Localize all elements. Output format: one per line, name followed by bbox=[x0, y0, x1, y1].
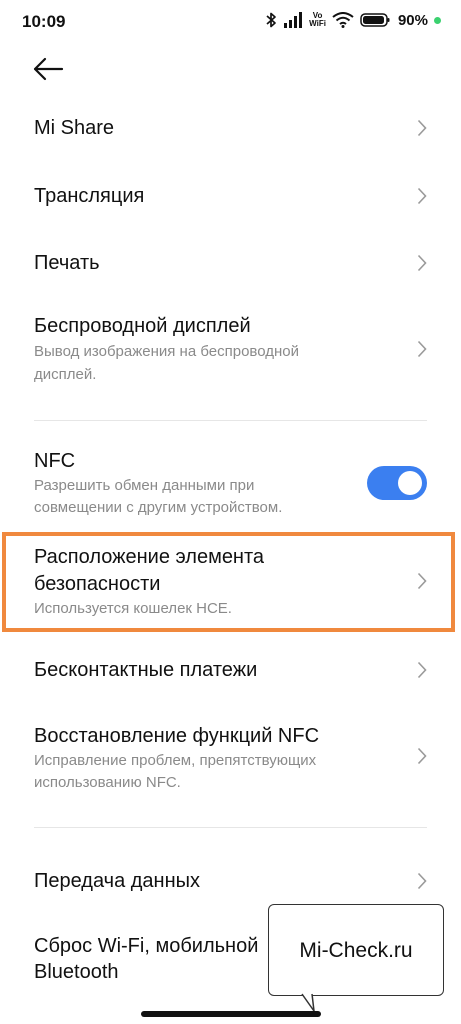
back-arrow-icon bbox=[33, 57, 64, 81]
chevron-right-icon bbox=[417, 340, 427, 358]
settings-item-contactless-payments[interactable]: Бесконтактные платежи bbox=[0, 648, 461, 692]
item-title: Mi Share bbox=[34, 117, 115, 139]
divider bbox=[34, 420, 427, 421]
item-title-line2: Bluetooth bbox=[34, 961, 119, 983]
watermark-bubble: Mi-Check.ru bbox=[268, 904, 444, 996]
item-subtitle-line1: Исправление проблем, препятствующих bbox=[34, 752, 317, 769]
settings-item-cast[interactable]: Трансляция bbox=[0, 174, 461, 218]
back-button[interactable] bbox=[32, 56, 64, 82]
divider bbox=[34, 827, 427, 828]
chevron-right-icon bbox=[417, 747, 427, 765]
item-title: Беспроводной дисплей bbox=[34, 315, 251, 337]
item-title-line1: Сброс Wi-Fi, мобильной bbox=[34, 935, 259, 957]
bluetooth-icon bbox=[265, 11, 277, 29]
highlight-frame bbox=[2, 532, 455, 632]
chevron-right-icon bbox=[417, 187, 427, 205]
status-bar: 10:09 Vo WiFi 90% bbox=[0, 0, 461, 44]
item-title: Бесконтактные платежи bbox=[34, 659, 258, 681]
item-subtitle-line1: Вывод изображения на беспроводной bbox=[34, 343, 299, 360]
settings-item-mi-share[interactable]: Mi Share bbox=[0, 106, 461, 150]
chevron-right-icon bbox=[417, 661, 427, 679]
chevron-right-icon bbox=[417, 254, 427, 272]
vowifi-icon: Vo WiFi bbox=[309, 11, 326, 28]
settings-item-data-transfer[interactable]: Передача данных bbox=[0, 859, 461, 903]
settings-item-nfc-recovery[interactable]: Восстановление функций NFC Исправление п… bbox=[0, 720, 461, 800]
item-subtitle-line2: использованию NFC. bbox=[34, 774, 181, 791]
battery-percent: 90% bbox=[397, 11, 428, 29]
signal-icon bbox=[283, 12, 303, 28]
chevron-right-icon bbox=[417, 872, 427, 890]
item-title: Трансляция bbox=[34, 185, 145, 207]
home-indicator[interactable] bbox=[141, 1011, 321, 1017]
settings-item-print[interactable]: Печать bbox=[0, 241, 461, 285]
item-subtitle-line1: Разрешить обмен данными при bbox=[34, 477, 255, 494]
settings-item-wireless-display[interactable]: Беспроводной дисплей Вывод изображения н… bbox=[0, 308, 461, 394]
item-subtitle-line2: дисплей. bbox=[34, 366, 97, 383]
nfc-toggle[interactable] bbox=[367, 466, 427, 500]
battery-icon bbox=[360, 12, 390, 28]
toggle-knob bbox=[398, 471, 422, 495]
watermark-text: Mi-Check.ru bbox=[299, 939, 413, 962]
item-title: Восстановление функций NFC bbox=[34, 725, 320, 747]
status-time: 10:09 bbox=[22, 12, 66, 31]
item-title: NFC bbox=[34, 450, 76, 472]
item-subtitle-line2: совмещении с другим устройством. bbox=[34, 499, 283, 516]
chevron-right-icon bbox=[417, 119, 427, 137]
status-icons: Vo WiFi 90% bbox=[265, 11, 441, 29]
item-title: Передача данных bbox=[34, 870, 201, 892]
wifi-icon bbox=[332, 12, 354, 28]
battery-charging-dot bbox=[434, 16, 441, 24]
settings-item-nfc[interactable]: NFC Разрешить обмен данными при совмещен… bbox=[0, 444, 461, 524]
item-title: Печать bbox=[34, 252, 100, 274]
bubble-tail bbox=[290, 993, 320, 1012]
